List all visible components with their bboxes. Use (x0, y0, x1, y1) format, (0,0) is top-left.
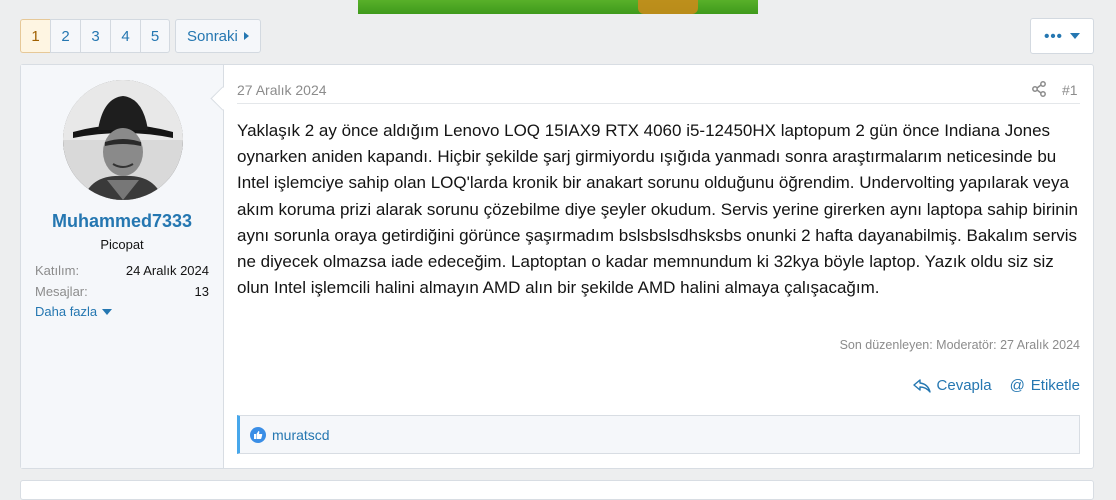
stat-messages: Mesajlar: 13 (35, 284, 209, 299)
page-link-3[interactable]: 3 (80, 19, 110, 53)
post-actions: Cevapla @ Etiketle (912, 377, 1080, 394)
username[interactable]: Muhammed7333 (21, 211, 223, 232)
stat-value: 24 Aralık 2024 (125, 263, 209, 278)
user-title: Picopat (100, 237, 144, 252)
chevron-down-icon (1069, 33, 1080, 39)
next-page-label: Sonraki (187, 27, 238, 45)
more-dots-icon: ••• (1044, 27, 1063, 45)
reaction-user-link[interactable]: muratscd (272, 427, 330, 443)
at-icon: @ (1009, 377, 1025, 394)
user-more-label: Daha fazla (35, 304, 98, 319)
post-number[interactable]: #1 (1062, 82, 1078, 98)
more-options-button[interactable]: ••• (1030, 18, 1094, 54)
stat-label: Mesajlar: (35, 284, 88, 299)
mention-label: Etiketle (1030, 377, 1080, 394)
reply-button[interactable]: Cevapla (912, 377, 992, 394)
share-icon[interactable] (1031, 81, 1049, 99)
stat-value[interactable]: 13 (195, 284, 209, 299)
stat-joined: Katılım: 24 Aralık 2024 (35, 263, 209, 278)
chevron-right-icon (243, 32, 249, 40)
page-link-2[interactable]: 2 (50, 19, 80, 53)
like-icon (250, 426, 266, 443)
mention-button[interactable]: @ Etiketle (1010, 377, 1080, 394)
message-post: Muhammed7333 Picopat Katılım: 24 Aralık … (20, 64, 1094, 469)
banner-image (358, 0, 758, 14)
stat-label: Katılım: (35, 263, 80, 278)
reactions-bar: muratscd (237, 415, 1080, 454)
next-page-button[interactable]: Sonraki (175, 19, 261, 53)
divider (237, 103, 1080, 104)
reply-icon (912, 378, 931, 393)
last-edited: Son düzenleyen: Moderatör: 27 Aralık 202… (839, 338, 1080, 352)
post-body: Yaklaşık 2 ay önce aldığım Lenovo LOQ 15… (237, 121, 1078, 298)
post-date[interactable]: 27 Aralık 2024 (237, 82, 327, 98)
page-link-5[interactable]: 5 (140, 19, 170, 53)
next-message-post (20, 480, 1094, 500)
avatar[interactable] (63, 80, 183, 200)
reply-label: Cevapla (936, 377, 992, 394)
user-more-toggle[interactable]: Daha fazla (35, 304, 113, 319)
chevron-down-icon (102, 308, 113, 315)
page-link-4[interactable]: 4 (110, 19, 140, 53)
user-info-column: Muhammed7333 Picopat Katılım: 24 Aralık … (21, 65, 224, 468)
pagination: 1 2 3 4 5 (20, 19, 170, 53)
page-link-1[interactable]: 1 (20, 19, 50, 53)
